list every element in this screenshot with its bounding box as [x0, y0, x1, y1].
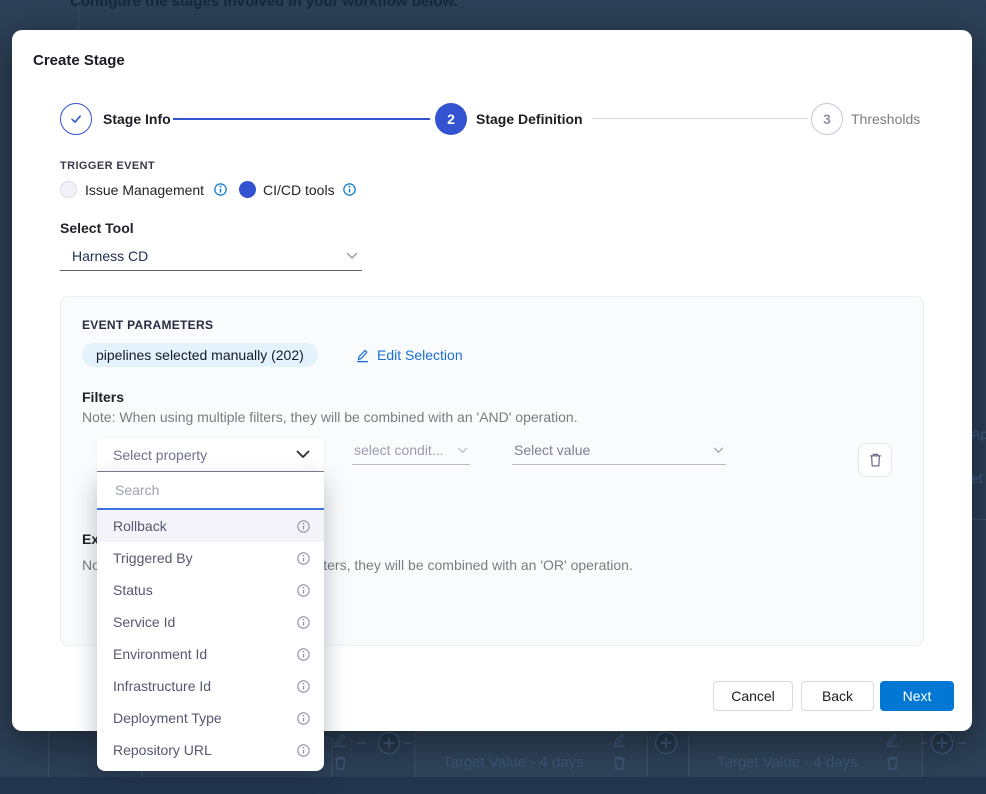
property-select[interactable]: Select property — [97, 438, 324, 472]
backdrop-header-text: Configure the stages involved in your wo… — [70, 0, 458, 11]
backdrop-dash — [404, 742, 412, 744]
info-icon[interactable] — [297, 552, 310, 565]
backdrop-dash — [357, 742, 366, 744]
backdrop-fragment-a: Ap — [971, 426, 986, 442]
trash-icon — [612, 755, 627, 771]
step-number: 3 — [823, 111, 831, 127]
edit-selection-link[interactable]: Edit Selection — [355, 347, 463, 363]
trash-icon — [868, 452, 883, 468]
option-label: Repository URL — [113, 742, 212, 758]
chevron-down-icon — [296, 450, 310, 459]
option-label: Triggered By — [113, 550, 193, 566]
step-number: 2 — [447, 111, 455, 127]
option-label: Deployment Type — [113, 710, 222, 726]
backdrop-divider — [78, 0, 79, 30]
search-input[interactable] — [113, 481, 308, 499]
select-tool-label: Select Tool — [60, 220, 134, 236]
condition-select-placeholder: select condit... — [354, 442, 444, 458]
info-icon[interactable] — [297, 584, 310, 597]
stepper-connector — [173, 118, 430, 120]
info-icon[interactable] — [297, 712, 310, 725]
property-option-deployment-type[interactable]: Deployment Type — [97, 702, 324, 734]
info-icon[interactable] — [297, 648, 310, 661]
radio-cicd-tools[interactable] — [239, 181, 256, 198]
step-stage-definition-label[interactable]: Stage Definition — [476, 110, 583, 128]
step-thresholds-label[interactable]: Thresholds — [851, 110, 920, 128]
radio-issue-management[interactable] — [60, 181, 77, 198]
property-option-rollback[interactable]: Rollback — [97, 510, 324, 542]
add-stage-icon — [377, 731, 401, 755]
property-search — [97, 472, 324, 510]
step-stage-definition-indicator[interactable]: 2 — [435, 103, 467, 135]
backdrop-bottom-strip — [0, 777, 986, 794]
option-label: Rollback — [113, 518, 167, 534]
trash-icon — [333, 755, 348, 771]
property-option-repository-url[interactable]: Repository URL — [97, 734, 324, 766]
filters-note: Note: When using multiple filters, they … — [82, 409, 578, 425]
check-icon — [69, 112, 83, 126]
backdrop-dashed-connector — [970, 519, 986, 520]
selection-pill: pipelines selected manually (202) — [82, 343, 318, 367]
option-label: Environment Id — [113, 646, 207, 662]
property-option-service-id[interactable]: Service Id — [97, 606, 324, 638]
info-icon[interactable] — [343, 183, 356, 196]
backdrop-card-label: Target Value - 4 days — [717, 754, 858, 771]
info-icon[interactable] — [297, 520, 310, 533]
property-option-infrastructure-id[interactable]: Infrastructure Id — [97, 670, 324, 702]
app-screen: Configure the stages involved in your wo… — [0, 0, 986, 794]
property-option-triggered-by[interactable]: Triggered By — [97, 542, 324, 574]
property-select-placeholder: Select property — [113, 447, 207, 463]
step-stage-info-label[interactable]: Stage Info — [103, 110, 171, 128]
radio-issue-management-label[interactable]: Issue Management — [85, 182, 204, 198]
backdrop-fragment-b: et — [971, 470, 983, 486]
info-icon[interactable] — [214, 183, 227, 196]
option-label: Status — [113, 582, 153, 598]
create-stage-dialog: Create Stage Stage Info 2 Stage Definiti… — [12, 30, 972, 731]
add-stage-icon — [930, 731, 954, 755]
edit-icon — [884, 732, 900, 748]
chevron-down-icon — [346, 252, 358, 260]
next-button[interactable]: Next — [880, 681, 954, 711]
add-stage-icon — [654, 731, 678, 755]
back-button[interactable]: Back — [801, 681, 874, 711]
property-option-status[interactable]: Status — [97, 574, 324, 606]
edit-icon — [611, 732, 627, 748]
trigger-event-label: TRIGGER EVENT — [60, 160, 155, 172]
chevron-down-icon — [713, 447, 724, 454]
info-icon[interactable] — [297, 616, 310, 629]
property-dropdown-panel: Rollback Triggered By Status Service Id … — [97, 472, 324, 771]
trash-icon — [885, 755, 900, 771]
value-select-placeholder: Select value — [514, 442, 590, 458]
filters-heading: Filters — [82, 389, 124, 405]
tool-select-value: Harness CD — [72, 248, 148, 264]
property-option-environment-id[interactable]: Environment Id — [97, 638, 324, 670]
value-select[interactable]: Select value — [512, 442, 726, 465]
cancel-button[interactable]: Cancel — [713, 681, 793, 711]
option-label: Infrastructure Id — [113, 678, 211, 694]
step-stage-info-indicator[interactable] — [60, 103, 92, 135]
radio-cicd-tools-label[interactable]: CI/CD tools — [263, 182, 335, 198]
property-dropdown: Select property Rollback Triggered By — [97, 438, 324, 771]
step-thresholds-indicator[interactable]: 3 — [811, 103, 843, 135]
condition-select[interactable]: select condit... — [352, 442, 470, 465]
info-icon[interactable] — [297, 680, 310, 693]
edit-icon — [332, 732, 348, 748]
backdrop-card-label: Target Value - 4 days — [443, 754, 584, 771]
remove-filter-button[interactable] — [858, 443, 892, 477]
info-icon[interactable] — [297, 744, 310, 757]
chevron-down-icon — [457, 447, 468, 454]
edit-icon — [355, 348, 370, 363]
option-label: Service Id — [113, 614, 175, 630]
backdrop-dash — [958, 742, 966, 744]
tool-select[interactable]: Harness CD — [60, 248, 362, 271]
dialog-title: Create Stage — [33, 52, 125, 69]
backdrop-dash — [921, 742, 927, 744]
event-parameters-heading: EVENT PARAMETERS — [82, 318, 213, 332]
stepper-connector — [592, 118, 808, 119]
edit-selection-label: Edit Selection — [377, 347, 463, 363]
